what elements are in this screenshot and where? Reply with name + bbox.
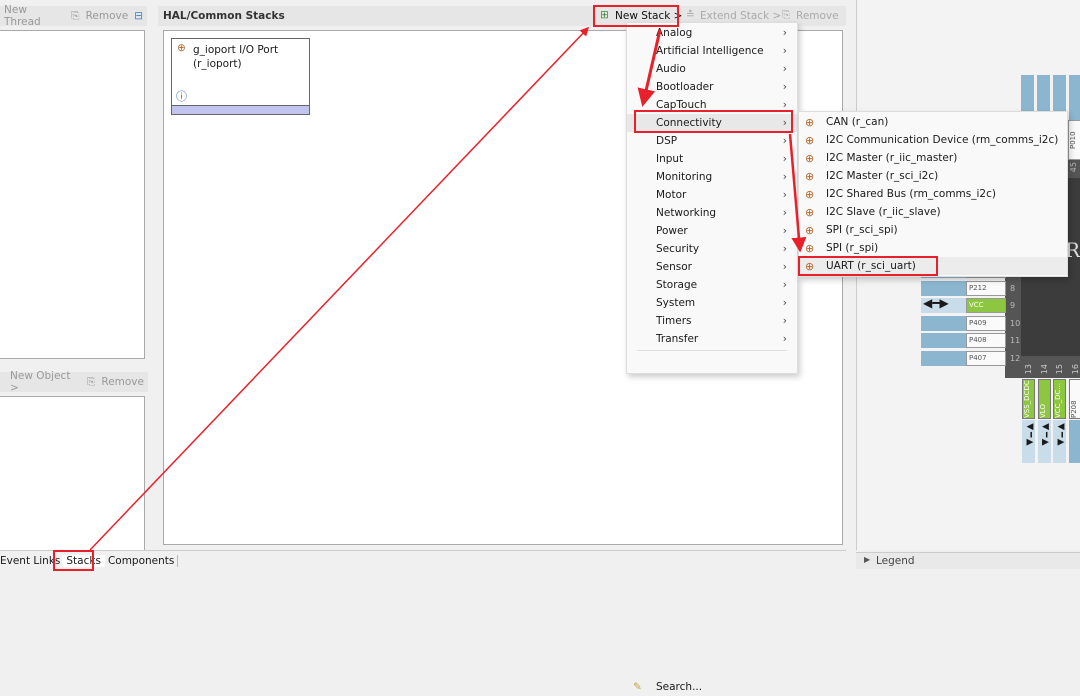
menu-item-search[interactable]: ✎ Search...: [627, 678, 797, 696]
annotation-arrows: [0, 0, 1080, 576]
arrow-connectivity-to-uart: [790, 134, 800, 250]
arrow-stacks-to-new-stack: [90, 28, 588, 550]
search-icon: ✎: [633, 681, 642, 693]
arrow-new-stack-to-connectivity: [643, 30, 660, 104]
